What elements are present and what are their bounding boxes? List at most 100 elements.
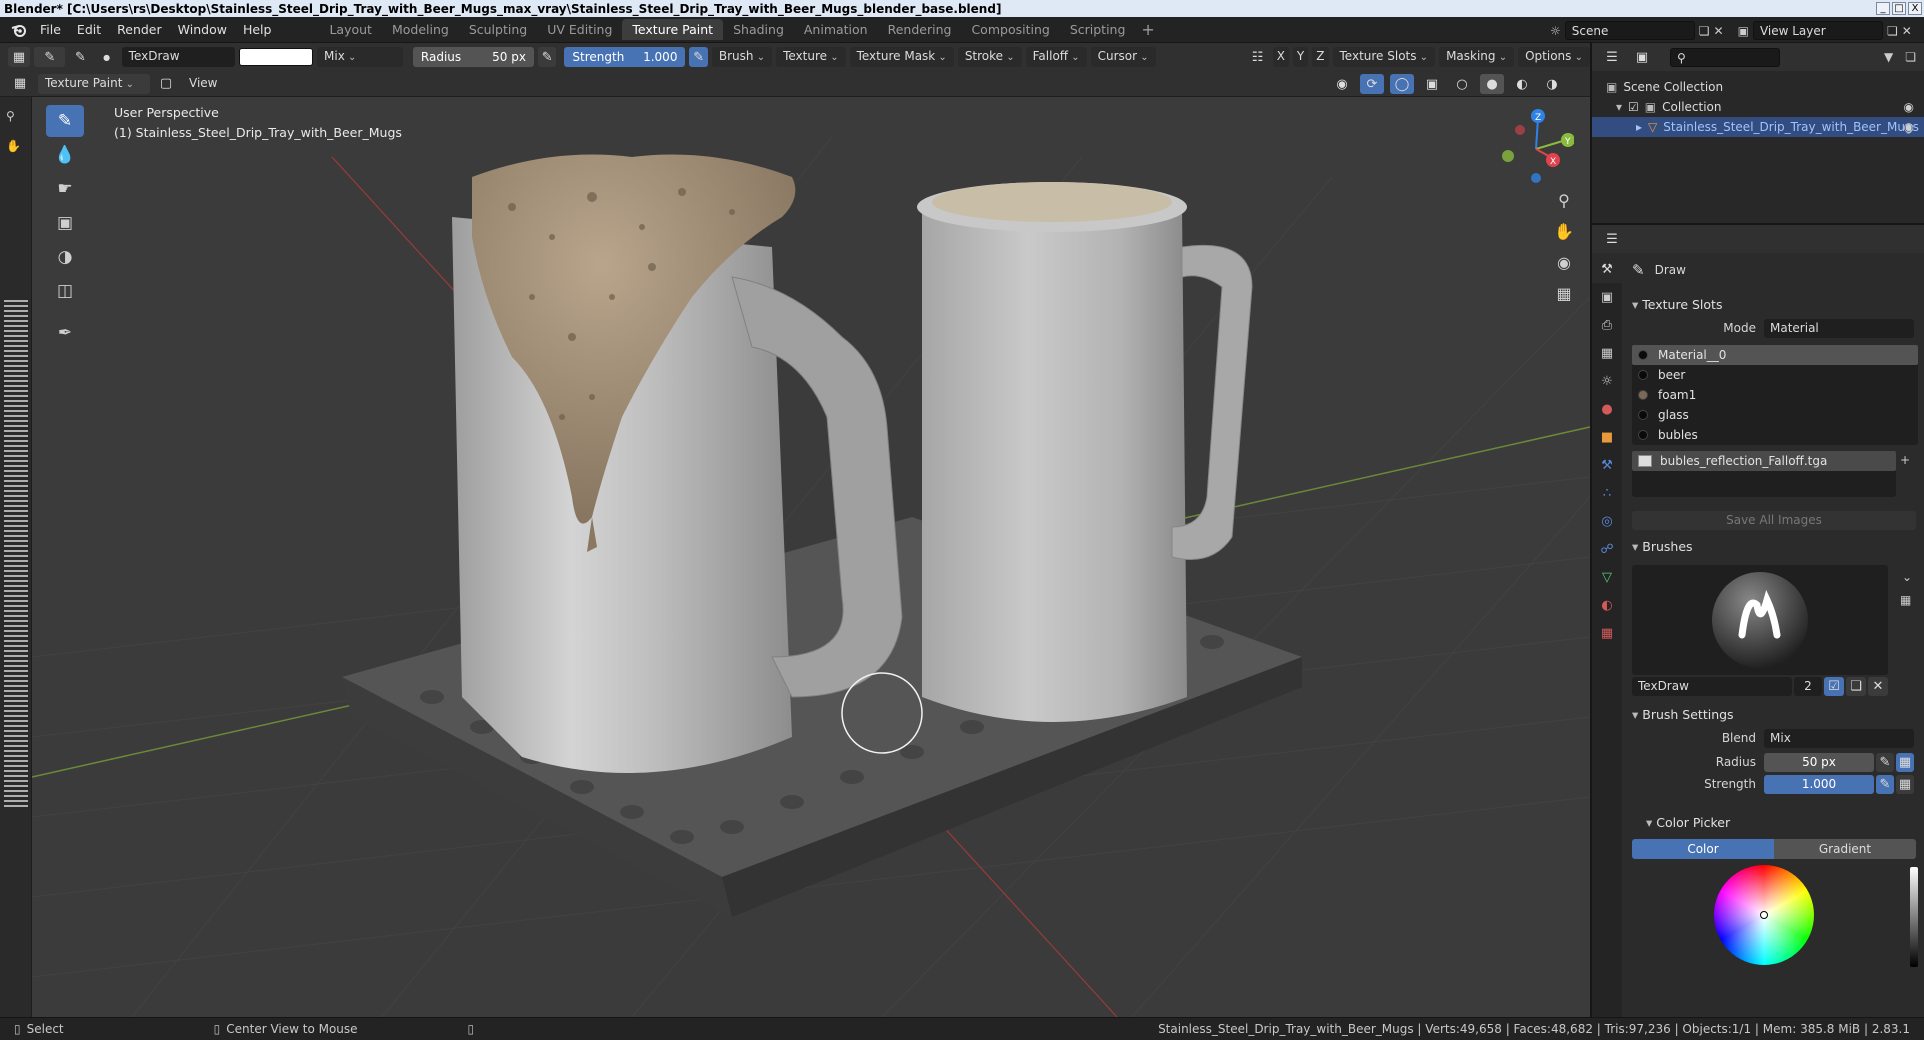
modifier-tab-icon[interactable]: ⚒	[1592, 451, 1622, 479]
brush-name-field-2[interactable]: TexDraw	[1632, 677, 1792, 696]
fake-user-shield-icon[interactable]: ☑	[1824, 677, 1844, 696]
stroke-menu[interactable]: Stroke	[957, 47, 1022, 67]
sidebar-hand-icon[interactable]: ✋	[6, 139, 21, 153]
save-all-images-button[interactable]: Save All Images	[1632, 511, 1916, 530]
color-wheel-cursor[interactable]	[1760, 911, 1768, 919]
outliner-display-mode-icon[interactable]: ▣	[1630, 47, 1654, 67]
tab-shading[interactable]: Shading	[723, 19, 794, 40]
texture-slots-menu[interactable]: Texture Slots	[1332, 47, 1436, 67]
wireframe-shading-icon[interactable]: ○	[1450, 74, 1474, 94]
cursor-menu[interactable]: Cursor	[1090, 47, 1156, 67]
brush-settings-header[interactable]: Brush Settings	[1632, 707, 1733, 722]
brush-tool-icon[interactable]: ✎	[34, 47, 66, 67]
brush-menu[interactable]: Brush	[711, 47, 773, 67]
expand-arrow-icon-2[interactable]: ▸	[1636, 120, 1642, 134]
strength-slider-2[interactable]: 1.000	[1764, 775, 1874, 794]
3d-viewport[interactable]	[32, 97, 1590, 1017]
xray-toggle-icon[interactable]: ▣	[1420, 74, 1444, 94]
constraints-tab-icon[interactable]: ☍	[1592, 535, 1622, 563]
overlay-toggle-icon[interactable]: ◯	[1390, 74, 1414, 94]
physics-tab-icon[interactable]: ◎	[1592, 507, 1622, 535]
particles-tab-icon[interactable]: ∴	[1592, 479, 1622, 507]
image-slot-0[interactable]: bubles_reflection_Falloff.tga	[1632, 451, 1896, 471]
material-slot-4[interactable]: bubles	[1632, 425, 1918, 445]
menu-file[interactable]: File	[32, 22, 69, 37]
annotate-tool-icon[interactable]: ✒	[46, 317, 84, 349]
new-scene-icon[interactable]: ❏	[1699, 24, 1710, 38]
navigation-gizmo[interactable]: Z Y X	[1498, 104, 1574, 184]
delete-view-layer-icon[interactable]: ✕	[1902, 24, 1912, 38]
texture-slots-header[interactable]: Texture Slots	[1632, 297, 1722, 312]
mirror-y-toggle[interactable]: Y	[1292, 47, 1309, 67]
view-layer-tab-icon[interactable]: ▦	[1592, 339, 1622, 367]
mirror-x-toggle[interactable]: X	[1272, 47, 1289, 67]
material-shading-icon[interactable]: ◐	[1510, 74, 1534, 94]
mirror-z-toggle[interactable]: Z	[1312, 47, 1329, 67]
mode-dropdown[interactable]: Texture Paint	[38, 73, 150, 94]
close-button[interactable]: X	[1908, 2, 1922, 15]
view-menu[interactable]: View	[182, 74, 224, 94]
scene-name-field[interactable]: Scene	[1564, 21, 1695, 40]
brushes-header[interactable]: Brushes	[1632, 539, 1692, 554]
texture-mask-menu[interactable]: Texture Mask	[849, 47, 954, 67]
data-tab-icon[interactable]: ▽	[1592, 563, 1622, 591]
brush-preview-icon[interactable]: ✎	[69, 47, 91, 67]
view-layer-icon[interactable]: ▣	[1738, 24, 1749, 38]
blend-mode-dropdown[interactable]: Mix	[317, 47, 403, 67]
menu-edit[interactable]: Edit	[69, 22, 109, 37]
masking-menu[interactable]: Masking	[1439, 47, 1515, 67]
minimize-button[interactable]: _	[1876, 2, 1890, 15]
delete-scene-icon[interactable]: ✕	[1714, 24, 1724, 38]
texture-tab-icon[interactable]: ▦	[1592, 619, 1622, 647]
scene-render[interactable]	[32, 97, 1590, 1017]
checkbox-icon[interactable]: ☑	[1628, 100, 1639, 114]
tab-layout[interactable]: Layout	[319, 19, 382, 40]
editor-type-icon-2[interactable]: ▦	[8, 74, 32, 94]
paint-mask-icon[interactable]: ▢	[156, 74, 176, 94]
symmetry-icon[interactable]: ☷	[1247, 47, 1269, 67]
strength-unified-icon[interactable]: ▦	[1896, 775, 1914, 794]
add-workspace-icon[interactable]: +	[1135, 20, 1160, 39]
unlink-brush-icon[interactable]: ✕	[1868, 677, 1888, 696]
outliner-object[interactable]: ▸ ▽ Stainless_Steel_Drip_Tray_with_Beer_…	[1592, 117, 1924, 137]
editor-type-icon[interactable]: ▦	[8, 47, 31, 67]
outliner-collection[interactable]: ▾ ☑ ▣ Collection ◉	[1592, 97, 1924, 117]
brush-preview-box[interactable]	[1632, 565, 1888, 675]
radius-unified-icon[interactable]: ▦	[1896, 753, 1914, 772]
tab-scripting[interactable]: Scripting	[1060, 19, 1136, 40]
slot-mode-dropdown[interactable]: Material	[1764, 319, 1914, 338]
menu-help[interactable]: Help	[235, 22, 280, 37]
render-tab-icon[interactable]: ▣	[1592, 283, 1622, 311]
radius-pressure-icon[interactable]: ✎	[537, 47, 557, 67]
visibility-icon[interactable]: ◉	[1330, 74, 1354, 94]
tool-tab-icon[interactable]: ⚒	[1592, 255, 1622, 283]
world-tab-icon[interactable]: ●	[1592, 395, 1622, 423]
rendered-shading-icon[interactable]: ◑	[1540, 74, 1564, 94]
object-tab-icon[interactable]: ■	[1592, 423, 1622, 451]
menu-window[interactable]: Window	[170, 22, 235, 37]
falloff-menu[interactable]: Falloff	[1025, 47, 1087, 67]
material-slot-2[interactable]: foam1	[1632, 385, 1918, 405]
mask-tool-icon[interactable]: ◫	[46, 275, 84, 307]
scene-icon[interactable]: ☼	[1550, 24, 1561, 38]
color-picker-header[interactable]: Color Picker	[1646, 815, 1730, 830]
camera-view-icon[interactable]: ◉	[1550, 248, 1578, 276]
new-collection-icon[interactable]: ❏	[1905, 50, 1916, 64]
strength-pressure-icon[interactable]: ✎	[689, 47, 708, 67]
blender-logo-icon[interactable]	[6, 20, 32, 40]
draw-tool-icon[interactable]: ✎	[46, 105, 84, 137]
sidebar-search-icon[interactable]: ⚲	[6, 109, 15, 123]
filter-icon[interactable]: ▼	[1884, 50, 1893, 64]
tab-modeling[interactable]: Modeling	[382, 19, 459, 40]
blend-dropdown[interactable]: Mix	[1764, 729, 1914, 748]
expand-arrow-icon[interactable]: ▾	[1616, 100, 1622, 114]
outliner-editor-icon[interactable]: ☰	[1600, 47, 1624, 67]
smear-tool-icon[interactable]: ☛	[46, 173, 84, 205]
output-tab-icon[interactable]: ⎙	[1592, 311, 1622, 339]
brush-settings-icon[interactable]: ▦	[1900, 593, 1911, 607]
solid-shading-icon[interactable]: ●	[1480, 74, 1504, 94]
tab-color[interactable]: Color	[1632, 839, 1774, 859]
value-slider[interactable]	[1910, 867, 1918, 967]
material-slot-1[interactable]: beer	[1632, 365, 1918, 385]
radius-slider[interactable]: Radius 50 px	[412, 47, 534, 67]
